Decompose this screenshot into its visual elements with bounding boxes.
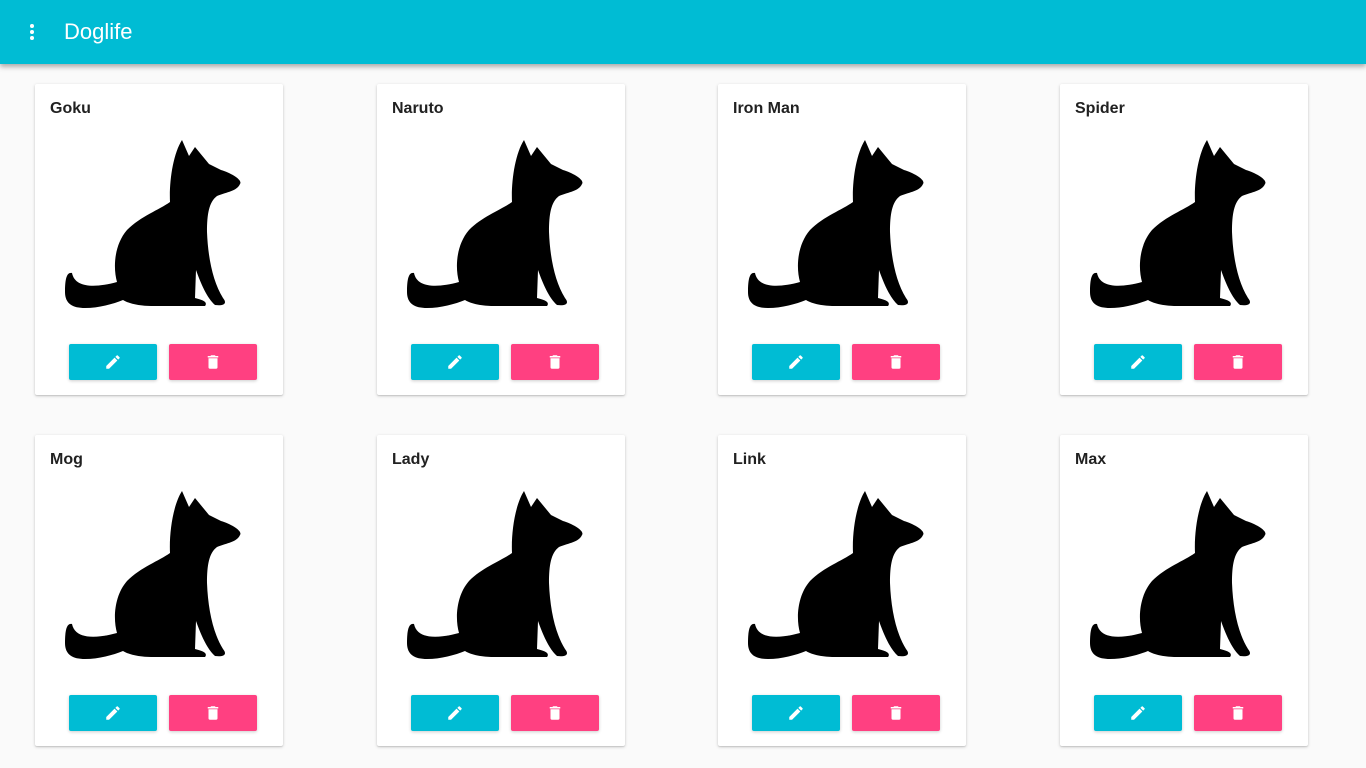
trash-icon [549, 355, 561, 369]
pencil-icon [1131, 355, 1145, 369]
delete-button[interactable] [169, 695, 257, 731]
delete-button[interactable] [169, 344, 257, 380]
edit-button[interactable] [752, 344, 840, 380]
dog-card: Naruto [377, 84, 625, 395]
sitting-dog-icon [748, 140, 924, 308]
dog-card: Lady [377, 435, 625, 746]
trash-icon [890, 706, 902, 720]
edit-button[interactable] [1094, 344, 1182, 380]
app-bar: Doglife [0, 0, 1366, 64]
edit-button[interactable] [411, 695, 499, 731]
sitting-dog-icon [1090, 491, 1266, 659]
delete-button[interactable] [511, 695, 599, 731]
edit-button[interactable] [752, 695, 840, 731]
edit-button[interactable] [69, 695, 157, 731]
sitting-dog-icon [407, 491, 583, 659]
dog-name: Max [1075, 451, 1107, 468]
sitting-dog-icon [748, 491, 924, 659]
dog-card: Spider [1060, 84, 1308, 395]
pencil-icon [448, 706, 462, 720]
more-vert-icon [30, 24, 34, 40]
trash-icon [1232, 355, 1244, 369]
dog-name: Goku [50, 100, 91, 117]
delete-button[interactable] [511, 344, 599, 380]
dog-name: Spider [1075, 100, 1125, 117]
trash-icon [549, 706, 561, 720]
dog-name: Naruto [392, 100, 444, 117]
dog-card: Max [1060, 435, 1308, 746]
app-title: Doglife [64, 19, 133, 44]
pencil-icon [448, 355, 462, 369]
sitting-dog-icon [407, 140, 583, 308]
delete-button[interactable] [1194, 344, 1282, 380]
sitting-dog-icon [65, 491, 241, 659]
delete-button[interactable] [1194, 695, 1282, 731]
pencil-icon [789, 706, 803, 720]
dog-name: Mog [50, 451, 83, 468]
trash-icon [207, 706, 219, 720]
edit-button[interactable] [1094, 695, 1182, 731]
trash-icon [890, 355, 902, 369]
dog-card: Mog [35, 435, 283, 746]
pencil-icon [789, 355, 803, 369]
dog-name: Lady [392, 451, 430, 468]
pencil-icon [106, 706, 120, 720]
sitting-dog-icon [1090, 140, 1266, 308]
pencil-icon [106, 355, 120, 369]
pencil-icon [1131, 706, 1145, 720]
dog-card: Iron Man [718, 84, 966, 395]
edit-button[interactable] [69, 344, 157, 380]
sitting-dog-icon [65, 140, 241, 308]
dog-card-grid: Goku Naruto Iron Man Spider Mog Lady Lin… [0, 0, 1366, 768]
dog-name: Link [733, 451, 766, 468]
trash-icon [207, 355, 219, 369]
delete-button[interactable] [852, 344, 940, 380]
more-menu-button[interactable] [16, 16, 48, 48]
dog-card: Goku [35, 84, 283, 395]
delete-button[interactable] [852, 695, 940, 731]
dog-name: Iron Man [733, 100, 800, 117]
dog-card: Link [718, 435, 966, 746]
trash-icon [1232, 706, 1244, 720]
edit-button[interactable] [411, 344, 499, 380]
